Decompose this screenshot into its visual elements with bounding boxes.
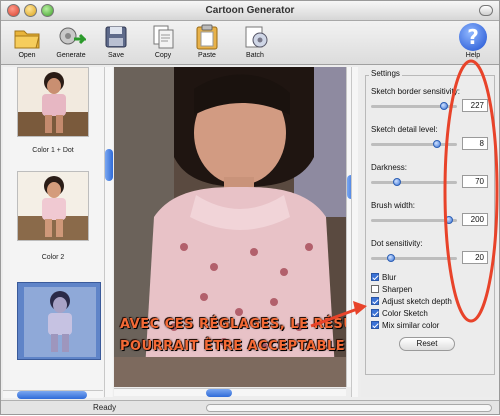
highlight-ellipse	[443, 59, 499, 323]
status-text: Ready	[93, 403, 117, 412]
progress-bar	[206, 404, 492, 412]
highlight-overlay	[310, 59, 499, 328]
highlight-arrow-head	[353, 301, 367, 315]
status-bar: Ready	[1, 400, 499, 414]
app-window: Cartoon Generator Open Generate Save Cop…	[0, 0, 500, 415]
